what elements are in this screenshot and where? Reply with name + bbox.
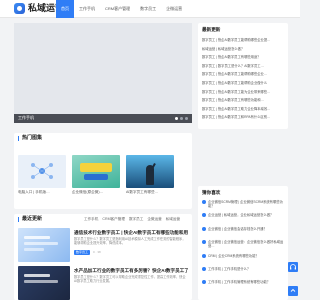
list-item[interactable]: 数字员工 | 快企AI数字员工助力企业降本增效… (202, 105, 286, 114)
thumbnail-line (24, 236, 50, 239)
customer-service-button[interactable] (288, 262, 298, 272)
gallery-caption: AI数字员工有哪些… (126, 190, 159, 194)
logo-icon (14, 3, 25, 14)
list-item[interactable]: 数字员工 | 快企AI数字员工能帮助哪些企业… (202, 70, 286, 79)
list-item[interactable]: 数字员工 | 快企AI数字员工和RPA有什么区别… (202, 113, 286, 122)
list-item[interactable]: 企业运营 | 私域运营，企业私域运营怎么做？ (202, 211, 286, 224)
thumbnail-line (24, 242, 58, 245)
list-item[interactable]: 企业微信 | 企业微信运营：企业微信怎么做好私域运营… (202, 238, 286, 251)
bullet-icon (202, 200, 206, 204)
post-title[interactable]: 通信技术行业数字员工 | 快企AI数字员工有哪些功能和用途？ (74, 230, 188, 236)
bullet-icon (202, 280, 206, 285)
gallery-image (18, 155, 66, 188)
banner-carousel[interactable]: 工作手机 (14, 23, 192, 123)
image-banner-tag (80, 163, 112, 172)
sidebar-recommend-card: 猜你喜欢 企业微信SCRM管理 | 企业微信SCRM系统有哪些功能？ 企业运营 … (198, 186, 288, 300)
gallery-caption: 电脑入口 | 手机版… (18, 190, 50, 194)
post-thumbnail (18, 228, 70, 262)
carousel-dots (175, 117, 188, 120)
list-item[interactable]: 工作手机 | 工作手机是什么？ (202, 265, 286, 278)
banner-caption: 工作手机 (18, 115, 34, 120)
post-thumbnail (18, 266, 70, 300)
list-item[interactable]: 私域运营 | 私域运营怎么做？ (202, 45, 286, 54)
sidebar-latest-card: 最新更新 数字员工 | 快企AI数字员工能帮助哪些企业提… 私域运营 | 私域运… (198, 23, 288, 129)
post-excerpt: 数字员工是什么？数字员工是指利用AI技术模拟人工完成工作任务的智能程序，能够帮助… (74, 237, 186, 246)
recent-updates-card: 最近更新 工作手机 CRM客户管理 数字员工 企微运营 私域运营 通信技术行业数… (14, 214, 192, 300)
post-meta: 0 · 38 (93, 250, 101, 255)
gallery-caption: 企业微信(原企微)… (72, 190, 104, 194)
bullet-icon (202, 226, 206, 231)
arrow-up-icon (290, 288, 296, 292)
tab-work-phone[interactable]: 工作手机 (84, 217, 98, 222)
network-icon (31, 163, 53, 179)
nav-item-work-phone[interactable]: 工作手机 (74, 0, 100, 18)
gallery-image (72, 155, 120, 188)
post-title[interactable]: 水产品加工行业的数字员工有多厉害？快企AI数字员工了解一下 (74, 268, 188, 274)
list-item[interactable]: 数字员工 | 快企AI数字员工能帮助企业做什么 (202, 79, 286, 88)
hot-gallery-title: 热门图集 (18, 136, 42, 141)
list-item[interactable]: 数字员工 | 快企AI数字员工有哪些功能和… (202, 96, 286, 105)
sidebar-latest-list: 数字员工 | 快企AI数字员工能帮助哪些企业提… 私域运营 | 私域运营怎么做？… (202, 36, 286, 122)
gallery-item[interactable]: 企业微信(原企微)… (72, 155, 120, 197)
post-item[interactable]: 通信技术行业数字员工 | 快企AI数字员工有哪些功能和用途？ 数字员工是什么？数… (18, 228, 188, 266)
bullet-icon (202, 266, 206, 271)
nav-item-wecom[interactable]: 企微运营 (161, 0, 187, 18)
back-to-top-button[interactable] (288, 286, 298, 296)
gallery-item[interactable]: AI数字员工有哪些… (126, 155, 174, 197)
list-item[interactable]: CRM | 企业CRM系统有哪些功能？ (202, 252, 286, 265)
bullet-icon (202, 240, 206, 245)
list-item[interactable]: 数字员工 | 数字员工是什么？AI数字员工… (202, 62, 286, 71)
recent-updates-title: 最近更新 (18, 217, 42, 222)
carousel-dot[interactable] (185, 117, 188, 120)
tab-wecom[interactable]: 企微运营 (147, 217, 161, 222)
hot-gallery-card: 热门图集 电脑入口 | 手机版… 企业微信(原企微)… AI数字员工有哪些… (14, 133, 192, 209)
list-item[interactable]: 工作手机 | 工作手机管理系统有哪些功能？ (202, 278, 286, 291)
list-item[interactable]: 数字员工 | 快企AI数字员工能为企业带来哪些… (202, 88, 286, 97)
tab-crm[interactable]: CRM客户管理 (102, 217, 125, 222)
nav-item-digital-staff[interactable]: 数字员工 (135, 0, 161, 18)
main-nav: 首页 工作手机 CRM客户管理 数字员工 企微运营 (56, 0, 187, 18)
thumbnail-line (24, 274, 50, 277)
thumbnail-line (24, 280, 58, 283)
nav-item-home[interactable]: 首页 (56, 0, 74, 18)
thumbnail-line (24, 248, 44, 251)
post-item[interactable]: 水产品加工行业的数字员工有多厉害？快企AI数字员工了解一下 数字员工是什么？数字… (18, 266, 188, 300)
gallery-item[interactable]: 电脑入口 | 手机版… (18, 155, 66, 197)
list-item[interactable]: 企业微信SCRM管理 | 企业微信SCRM系统有哪些功能？ (202, 198, 286, 211)
image-banner-subtag (84, 174, 108, 180)
category-tabs: 工作手机 CRM客户管理 数字员工 企微运营 私域运营 (84, 217, 180, 222)
banner-caption-bar: 工作手机 (14, 114, 192, 123)
carousel-dot[interactable] (180, 117, 183, 120)
nav-item-crm[interactable]: CRM客户管理 (100, 0, 135, 18)
sidebar-recommend-title: 猜你喜欢 (202, 190, 221, 195)
top-navigation-bar: 私域运营 首页 工作手机 CRM客户管理 数字员工 企微运营 (0, 0, 300, 18)
tab-private-domain[interactable]: 私域运营 (166, 217, 180, 222)
bullet-icon (202, 253, 206, 258)
list-item[interactable]: 数字员工 | 快企AI数字员工能帮助哪些企业提… (202, 36, 286, 45)
gallery-image (126, 155, 174, 188)
sidebar-recommend-list: 企业微信SCRM管理 | 企业微信SCRM系统有哪些功能？ 企业运营 | 私域运… (202, 198, 286, 292)
bullet-icon (202, 213, 206, 218)
category-badge[interactable]: 数字员工 (74, 250, 91, 255)
carousel-dot[interactable] (175, 117, 178, 120)
list-item[interactable]: 数字员工 | 快企AI数字员工有哪些用途？ (202, 53, 286, 62)
tab-digital-staff[interactable]: 数字员工 (129, 217, 143, 222)
sidebar-latest-title: 最新更新 (202, 27, 221, 32)
headset-icon (290, 264, 296, 270)
list-item[interactable]: 企业微信 | 企业微信会话存档怎么开通？ (202, 225, 286, 238)
post-excerpt: 数字员工是什么？数字员工可以帮助企业完成重复性工作，提高工作效率，快企AI数字员… (74, 275, 186, 284)
